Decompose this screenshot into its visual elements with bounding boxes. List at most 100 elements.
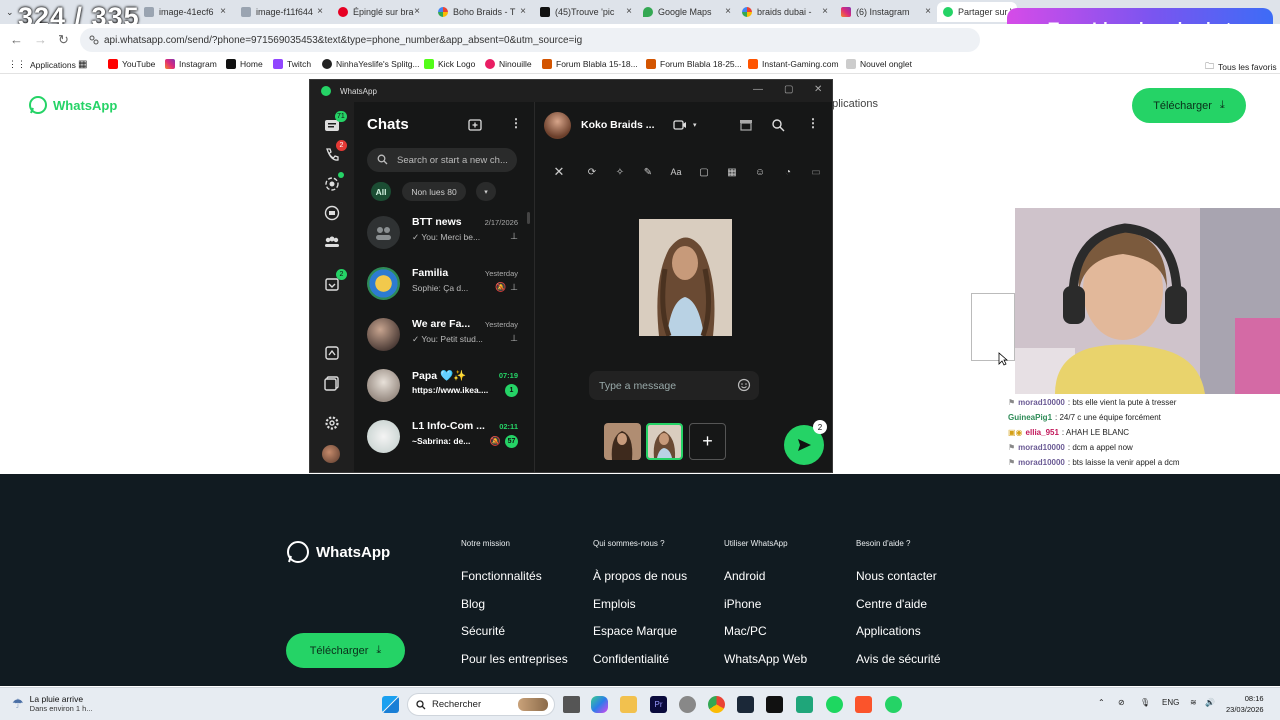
close-icon[interactable]: ×	[414, 6, 420, 17]
media-thumbnail-selected[interactable]	[646, 423, 683, 460]
more-options-icon[interactable]: ⋮	[510, 116, 522, 130]
minimize-icon[interactable]: —	[753, 84, 763, 95]
footer-link[interactable]: Mac/PC	[724, 624, 807, 652]
search-icon[interactable]	[771, 118, 785, 132]
emoji-icon[interactable]: ☺	[751, 163, 769, 181]
windows-start-icon[interactable]	[382, 696, 399, 713]
system-clock[interactable]: 08:16 23/03/2026	[1226, 693, 1264, 715]
contact-avatar[interactable]	[544, 112, 571, 139]
language-indicator[interactable]: ENG	[1162, 698, 1179, 707]
filter-more-button[interactable]: ▾	[476, 182, 496, 201]
tab-image-2[interactable]: image-f11f644 ×	[235, 2, 327, 22]
settings-gear-icon[interactable]	[323, 414, 341, 432]
maximize-icon[interactable]: ▢	[784, 84, 793, 95]
file-explorer-icon[interactable]	[620, 696, 637, 713]
footer-link[interactable]: Avis de sécurité	[856, 652, 941, 680]
footer-link[interactable]: À propos de nous	[593, 569, 687, 597]
weather-widget[interactable]: ☂ La pluie arrive Dans environ 1 h...	[12, 694, 93, 713]
media-thumbnail[interactable]	[604, 423, 641, 460]
tab-pinterest[interactable]: Épinglé sur bra ×	[332, 2, 424, 22]
text-tool-icon[interactable]: Aa	[667, 163, 685, 181]
brave-icon[interactable]	[855, 696, 872, 713]
channels-icon[interactable]	[323, 204, 341, 222]
volume-icon[interactable]: 🔊	[1205, 698, 1215, 707]
close-icon[interactable]: ×	[822, 6, 828, 17]
footer-link[interactable]: Android	[724, 569, 807, 597]
bookmark-forum-15-18[interactable]: Forum Blabla 15-18...	[542, 59, 638, 69]
footer-link[interactable]: Centre d'aide	[856, 597, 941, 625]
whatsapp-icon[interactable]	[885, 696, 902, 713]
magic-wand-icon[interactable]: ✧	[611, 163, 629, 181]
close-icon[interactable]: ✕	[550, 163, 568, 181]
footer-logo[interactable]: WhatsApp	[286, 540, 390, 564]
starred-icon[interactable]	[323, 344, 341, 362]
back-arrow-icon[interactable]: ←	[10, 32, 23, 47]
video-call-button[interactable]: ▾	[673, 116, 709, 134]
close-icon[interactable]: ×	[626, 6, 632, 17]
bookmark-ninouille[interactable]: Ninouille	[485, 59, 532, 69]
conversation-header[interactable]: Koko Braids ... ▾ ⋮	[535, 102, 832, 148]
chat-item-papa[interactable]: Papa 🩵✨ 07:19 https://www.ikea.... 1	[354, 369, 530, 420]
task-view-icon[interactable]	[563, 696, 580, 713]
tab-instagram[interactable]: (6) Instagram ×	[835, 2, 935, 22]
nav-link-applications[interactable]: pplications	[826, 98, 878, 110]
tab-boho-braids[interactable]: Boho Braids - T ×	[432, 2, 530, 22]
filter-unread[interactable]: Non lues 80	[402, 182, 466, 201]
footer-link[interactable]: Confidentialité	[593, 652, 687, 680]
message-input[interactable]: Type a message	[589, 371, 759, 400]
tab-image-1[interactable]: image-41ecf6 ×	[138, 2, 230, 22]
forward-arrow-icon[interactable]: →	[34, 32, 47, 47]
new-chat-icon[interactable]	[468, 118, 482, 132]
search-input[interactable]: Search or start a new ch...	[367, 148, 517, 172]
bookmark-splitgate[interactable]: NinhaYeslife's Splitg...	[322, 59, 420, 69]
bookmark-new-tab[interactable]: Nouvel onglet	[846, 59, 912, 69]
reload-icon[interactable]: ↻	[58, 32, 69, 48]
grid-blur-icon[interactable]: ▦	[723, 163, 741, 181]
crop-square-icon[interactable]: ▢	[695, 163, 713, 181]
status-icon[interactable]	[323, 175, 341, 193]
tab-google-maps[interactable]: Google Maps ×	[637, 2, 735, 22]
add-media-button[interactable]: +	[689, 423, 726, 460]
shop-icon[interactable]	[739, 118, 753, 132]
chat-item-l1-info-com[interactable]: L1 Info-Com ... 02:11 ~Sabrina: de... 🔕 …	[354, 420, 530, 471]
site-info-icon[interactable]	[88, 34, 100, 46]
wifi-icon[interactable]: ≋	[1190, 698, 1197, 707]
pencil-icon[interactable]: ✎	[639, 163, 657, 181]
bookmark-kick[interactable]: Kick Logo	[424, 59, 475, 69]
app-icon[interactable]	[796, 696, 813, 713]
chat-item-btt-news[interactable]: BTT news 2/17/2026 ✓ You: Merci be... ⊥	[354, 216, 530, 267]
chat-item-we-are-fa[interactable]: We are Fa... Yesterday ✓ You: Petit stud…	[354, 318, 530, 369]
bookmark-twitch[interactable]: Twitch	[273, 59, 311, 69]
tiktok-icon[interactable]	[766, 696, 783, 713]
chrome-icon[interactable]	[708, 696, 725, 713]
spotify-icon[interactable]	[826, 696, 843, 713]
url-field[interactable]: api.whatsapp.com/send/?phone=97156903545…	[80, 28, 980, 52]
rotate-icon[interactable]: ⟳	[583, 163, 601, 181]
footer-link[interactable]: Blog	[461, 597, 568, 625]
close-icon[interactable]: ×	[725, 6, 731, 17]
footer-link[interactable]: Applications	[856, 624, 941, 652]
communities-icon[interactable]	[323, 233, 341, 251]
footer-link[interactable]: Espace Marque	[593, 624, 687, 652]
network-off-icon[interactable]: ⊘	[1118, 698, 1125, 707]
premiere-pro-icon[interactable]: Pr	[650, 696, 667, 713]
media-gallery-icon[interactable]	[323, 374, 341, 392]
close-icon[interactable]: ×	[220, 6, 226, 17]
steam-icon[interactable]	[737, 696, 754, 713]
emoji-icon[interactable]	[737, 378, 751, 392]
bookmark-x-home[interactable]: Home	[226, 59, 263, 69]
more-options-icon[interactable]: ⋮	[807, 116, 819, 130]
bookmark-forum-18-25[interactable]: Forum Blabla 18-25...	[646, 59, 742, 69]
bookmark-youtube[interactable]: YouTube	[108, 59, 155, 69]
close-icon[interactable]: ×	[925, 6, 931, 17]
footer-download-button[interactable]: Télécharger ⤓	[286, 633, 405, 668]
footer-link[interactable]: Sécurité	[461, 624, 568, 652]
whatsapp-page-logo[interactable]: WhatsApp	[28, 95, 117, 115]
footer-link[interactable]: WhatsApp Web	[724, 652, 807, 680]
footer-link[interactable]: Emplois	[593, 597, 687, 625]
footer-link[interactable]: Pour les entreprises	[461, 652, 568, 680]
contact-name[interactable]: Koko Braids ...	[581, 119, 655, 131]
close-icon[interactable]: ×	[520, 6, 526, 17]
bookmark-folder[interactable]: ▦	[78, 59, 87, 70]
all-bookmarks[interactable]: 🗀 Tous les favoris	[1205, 59, 1277, 75]
